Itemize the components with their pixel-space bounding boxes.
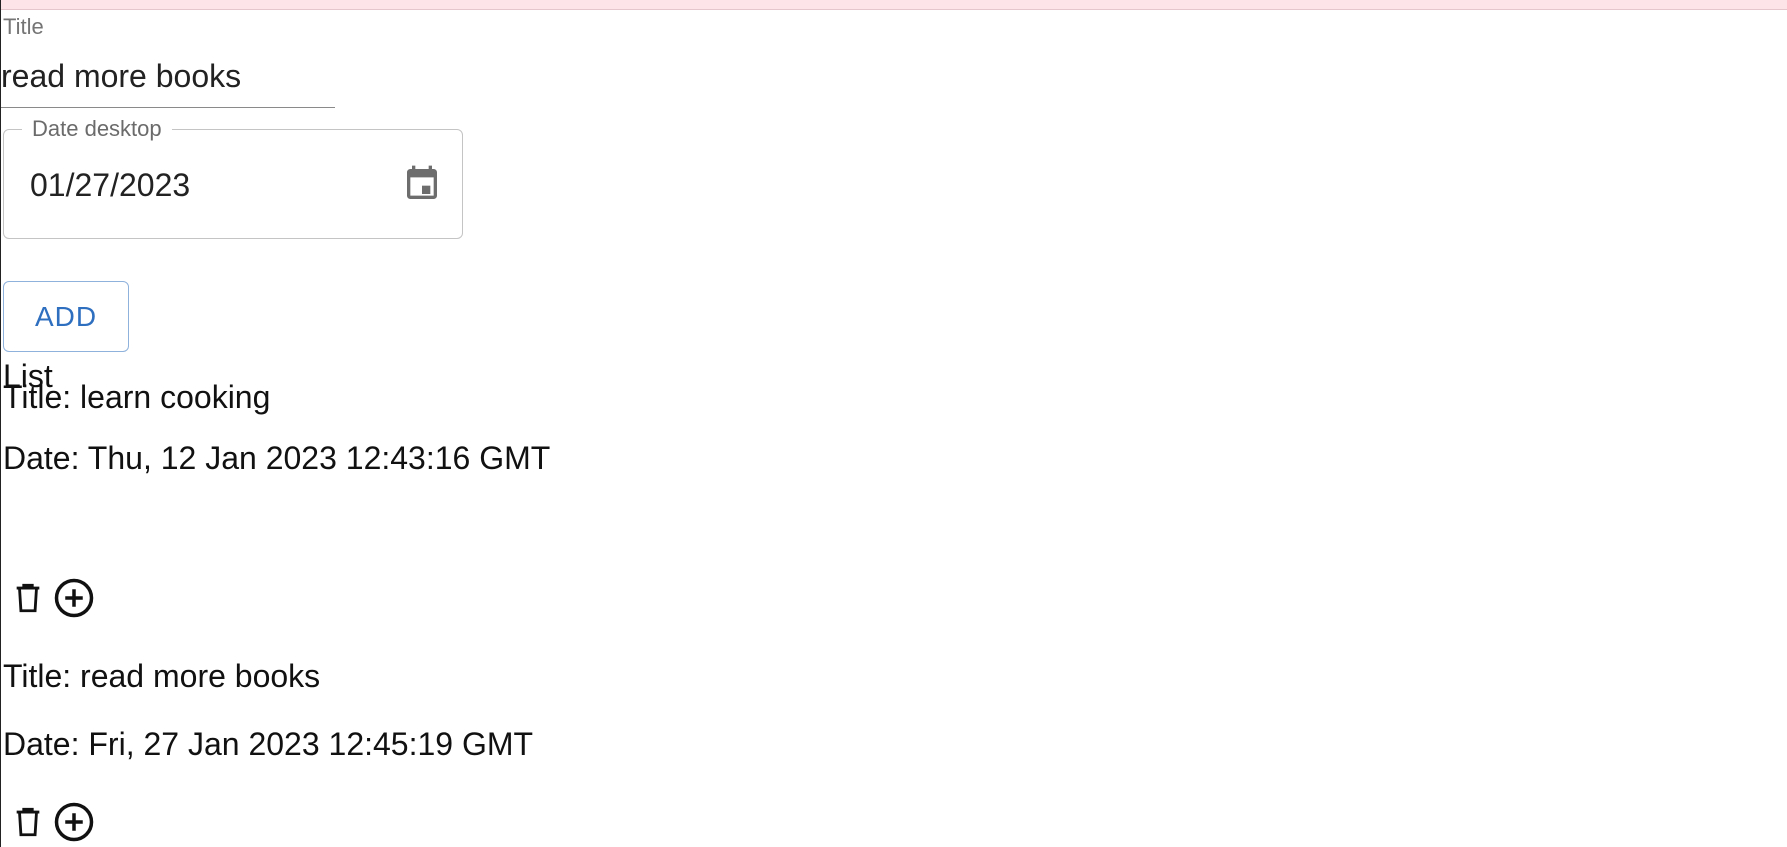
delete-button[interactable] xyxy=(7,577,49,619)
calendar-button[interactable] xyxy=(400,160,444,208)
top-banner-strip xyxy=(1,0,1787,10)
trash-icon xyxy=(16,807,40,837)
list-item-date: Date: Fri, 27 Jan 2023 12:45:19 GMT xyxy=(3,726,534,762)
date-label: Date desktop xyxy=(22,116,172,142)
calendar-icon xyxy=(407,165,437,199)
add-circle-icon xyxy=(54,802,94,842)
date-input[interactable] xyxy=(30,164,360,206)
add-circle-icon xyxy=(54,578,94,618)
title-input[interactable] xyxy=(1,56,331,96)
add-item-button[interactable] xyxy=(53,801,95,843)
list-item-title: Title: read more books xyxy=(3,658,321,694)
list-item-actions xyxy=(7,800,95,844)
date-field[interactable]: Date desktop xyxy=(3,116,463,239)
add-item-button[interactable] xyxy=(53,577,95,619)
trash-icon xyxy=(16,583,40,613)
delete-button[interactable] xyxy=(7,801,49,843)
list-item-title: Title: learn cooking xyxy=(3,379,271,415)
list-item-actions xyxy=(7,576,95,620)
title-label: Title xyxy=(3,14,44,39)
list-item-date: Date: Thu, 12 Jan 2023 12:43:16 GMT xyxy=(3,440,551,476)
add-button[interactable]: ADD xyxy=(3,281,129,352)
app-page: Title Date desktop ADD List Title: learn… xyxy=(0,0,1787,847)
title-field[interactable]: Title xyxy=(1,12,335,108)
